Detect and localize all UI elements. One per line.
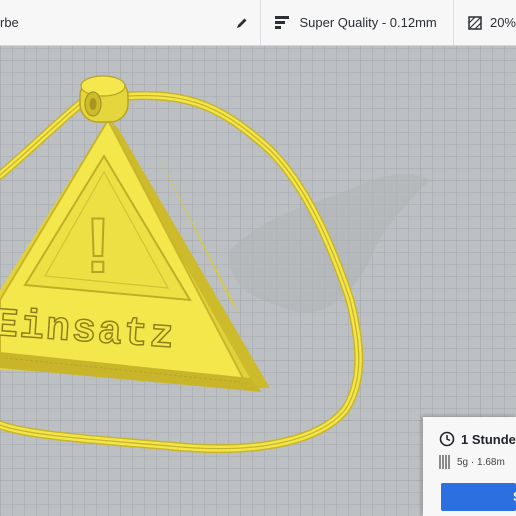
infill-label: 20% — [489, 15, 516, 30]
material-usage: 5g · 1.68m — [457, 456, 505, 468]
sliders-icon — [275, 16, 290, 29]
material-label: rbe — [0, 15, 19, 30]
material-selector[interactable]: rbe — [0, 0, 262, 45]
infill-icon — [468, 15, 482, 30]
infill-selector[interactable]: 20% — [454, 0, 516, 45]
top-toolbar: rbe Super Quality - 0.12mm 20% — [0, 0, 516, 46]
print-settings-selector[interactable]: Super Quality - 0.12mm — [261, 0, 454, 45]
pencil-icon[interactable] — [236, 17, 248, 29]
hanger-ring — [79, 75, 129, 123]
clock-icon — [439, 431, 455, 447]
quality-label: Super Quality - 0.12mm — [299, 15, 437, 30]
warning-symbol: ! — [85, 201, 111, 289]
print-time: 1 Stunde — [461, 431, 516, 447]
slice-button[interactable]: S — [441, 483, 516, 511]
filament-icon — [439, 455, 451, 469]
